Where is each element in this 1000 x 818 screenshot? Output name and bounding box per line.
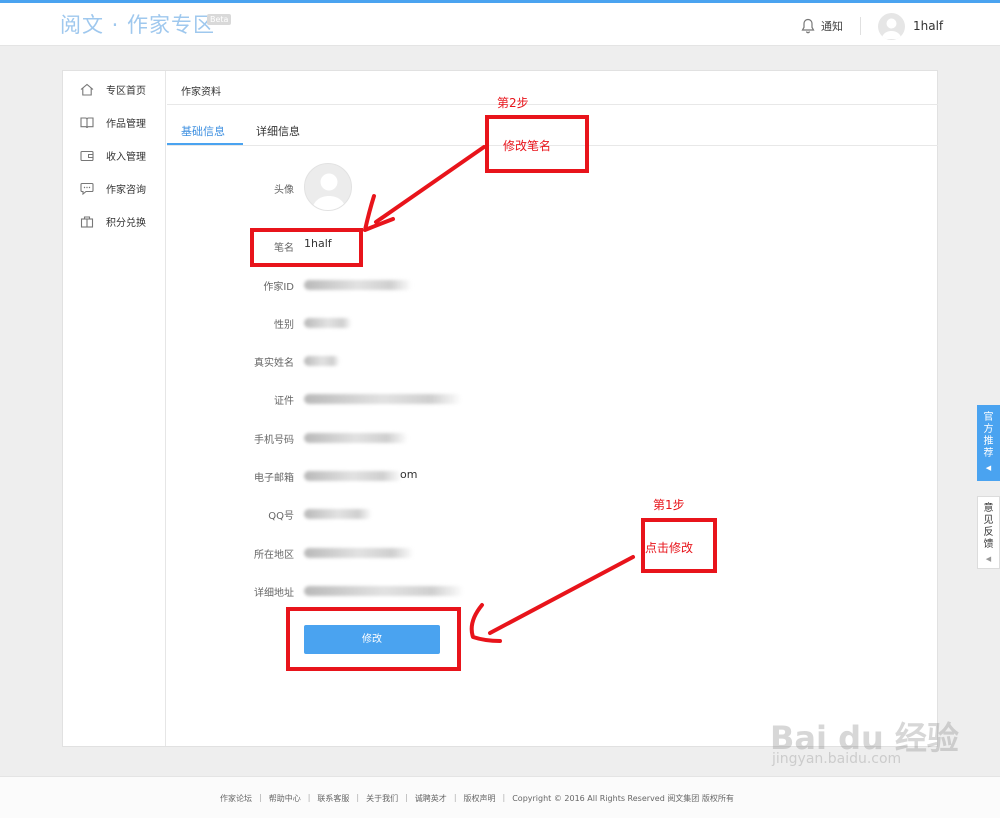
qq-label: QQ号 <box>268 511 294 522</box>
feedback-char: 反 <box>983 527 994 538</box>
recommend-char: 荐 <box>983 448 994 459</box>
sidebar-item-points[interactable]: 积分兑换 <box>80 211 146 231</box>
book-icon <box>80 116 94 128</box>
author-id-value-blurred <box>304 280 412 290</box>
sidebar-item-label: 作品管理 <box>106 118 146 130</box>
sidebar: 专区首页 作品管理 收入管理 作家咨询 积分兑换 <box>63 71 166 746</box>
avatar-label: 头像 <box>274 185 294 196</box>
recommend-char: 官 <box>983 412 994 423</box>
footer: 作家论坛 | 帮助中心 | 联系客服 | 关于我们 | 诚聘英才 | 版权声明 | Copy… <box>0 776 1000 818</box>
user-icon <box>881 18 902 39</box>
author-id-label: 作家ID <box>263 282 294 293</box>
profile-avatar[interactable] <box>304 163 352 211</box>
sidebar-item-label: 收入管理 <box>106 151 146 163</box>
phone-value-blurred <box>304 433 408 443</box>
email-value-blurred <box>304 471 402 481</box>
real-name-value-blurred <box>304 356 340 366</box>
email-label: 电子邮箱 <box>254 473 294 484</box>
footer-link-contact[interactable]: 联系客服 <box>317 793 349 804</box>
feedback-tab[interactable]: 意 见 反 馈 ◀ <box>977 496 1000 569</box>
gender-value-blurred <box>304 318 352 328</box>
chat-icon <box>80 182 94 195</box>
official-recommend-tab[interactable]: 官 方 推 荐 ◀ <box>977 405 1000 481</box>
annotation-step1: 第1步 <box>653 498 685 512</box>
home-icon <box>80 83 94 96</box>
sidebar-item-label: 专区首页 <box>106 85 146 97</box>
feedback-char: 意 <box>983 503 994 514</box>
phone-label: 手机号码 <box>254 435 294 446</box>
notice-label: 通知 <box>821 20 843 33</box>
annotation-box-pen-name <box>250 228 363 267</box>
footer-links: 作家论坛 | 帮助中心 | 联系客服 | 关于我们 | 诚聘英才 | 版权声明 | Copy… <box>220 793 734 804</box>
gift-icon <box>80 215 94 228</box>
recommend-char: 方 <box>983 424 994 435</box>
feedback-char: 见 <box>983 515 994 526</box>
baidu-watermark: Bai du 经验 jingyan.baidu.com <box>760 705 960 775</box>
active-tab-indicator <box>167 143 243 145</box>
footer-link-jobs[interactable]: 诚聘英才 <box>415 793 447 804</box>
address-value-blurred <box>304 586 464 596</box>
notice-link[interactable]: 通知 <box>801 16 843 36</box>
footer-link-about[interactable]: 关于我们 <box>366 793 398 804</box>
footer-link-help[interactable]: 帮助中心 <box>269 793 301 804</box>
header-divider <box>860 17 861 35</box>
region-label: 所在地区 <box>254 550 294 561</box>
recommend-char: 推 <box>983 436 994 447</box>
top-bar: 阅文 · 作家专区 Beta 通知 1half <box>0 0 1000 46</box>
site-logo[interactable]: 阅文 · 作家专区 <box>60 9 215 39</box>
footer-link-copyright[interactable]: 版权声明 <box>464 793 496 804</box>
tab-detail-info[interactable]: 详细信息 <box>256 123 300 139</box>
sidebar-item-home[interactable]: 专区首页 <box>80 79 146 99</box>
sidebar-item-works[interactable]: 作品管理 <box>80 112 146 132</box>
annotation-step2: 第2步 <box>497 96 529 110</box>
email-suffix: om <box>400 468 418 481</box>
caret-left-icon: ◀ <box>985 464 992 472</box>
id-card-value-blurred <box>304 394 462 404</box>
feedback-char: 馈 <box>983 539 994 550</box>
watermark-sub: jingyan.baidu.com <box>772 751 902 767</box>
avatar <box>878 12 905 40</box>
page-title: 作家资料 <box>167 71 938 105</box>
annotation-click-modify: 点击修改 <box>645 541 694 555</box>
annotation-modify-pen-name: 修改笔名 <box>503 139 552 153</box>
annotation-box-modify-button <box>286 607 461 671</box>
username: 1half <box>913 19 944 33</box>
footer-copyright: Copyright © 2016 All Rights Reserved 阅文集… <box>512 794 734 803</box>
user-menu[interactable]: 1half <box>878 12 943 40</box>
tab-basic-info[interactable]: 基础信息 <box>181 123 225 139</box>
bell-icon <box>801 18 815 34</box>
id-card-label: 证件 <box>274 396 294 407</box>
address-label: 详细地址 <box>254 588 294 599</box>
region-value-blurred <box>304 548 414 558</box>
wallet-icon <box>80 150 94 161</box>
sidebar-item-income[interactable]: 收入管理 <box>80 145 146 165</box>
qq-value-blurred <box>304 509 372 519</box>
user-icon <box>312 173 346 210</box>
sidebar-item-label: 积分兑换 <box>106 217 146 229</box>
beta-badge: Beta <box>207 14 232 25</box>
gender-label: 性别 <box>274 320 294 331</box>
sidebar-item-label: 作家咨询 <box>106 184 146 196</box>
caret-left-icon: ◀ <box>985 555 992 563</box>
footer-link-forum[interactable]: 作家论坛 <box>220 793 252 804</box>
real-name-label: 真实姓名 <box>254 358 294 369</box>
sidebar-item-consult[interactable]: 作家咨询 <box>80 178 146 198</box>
